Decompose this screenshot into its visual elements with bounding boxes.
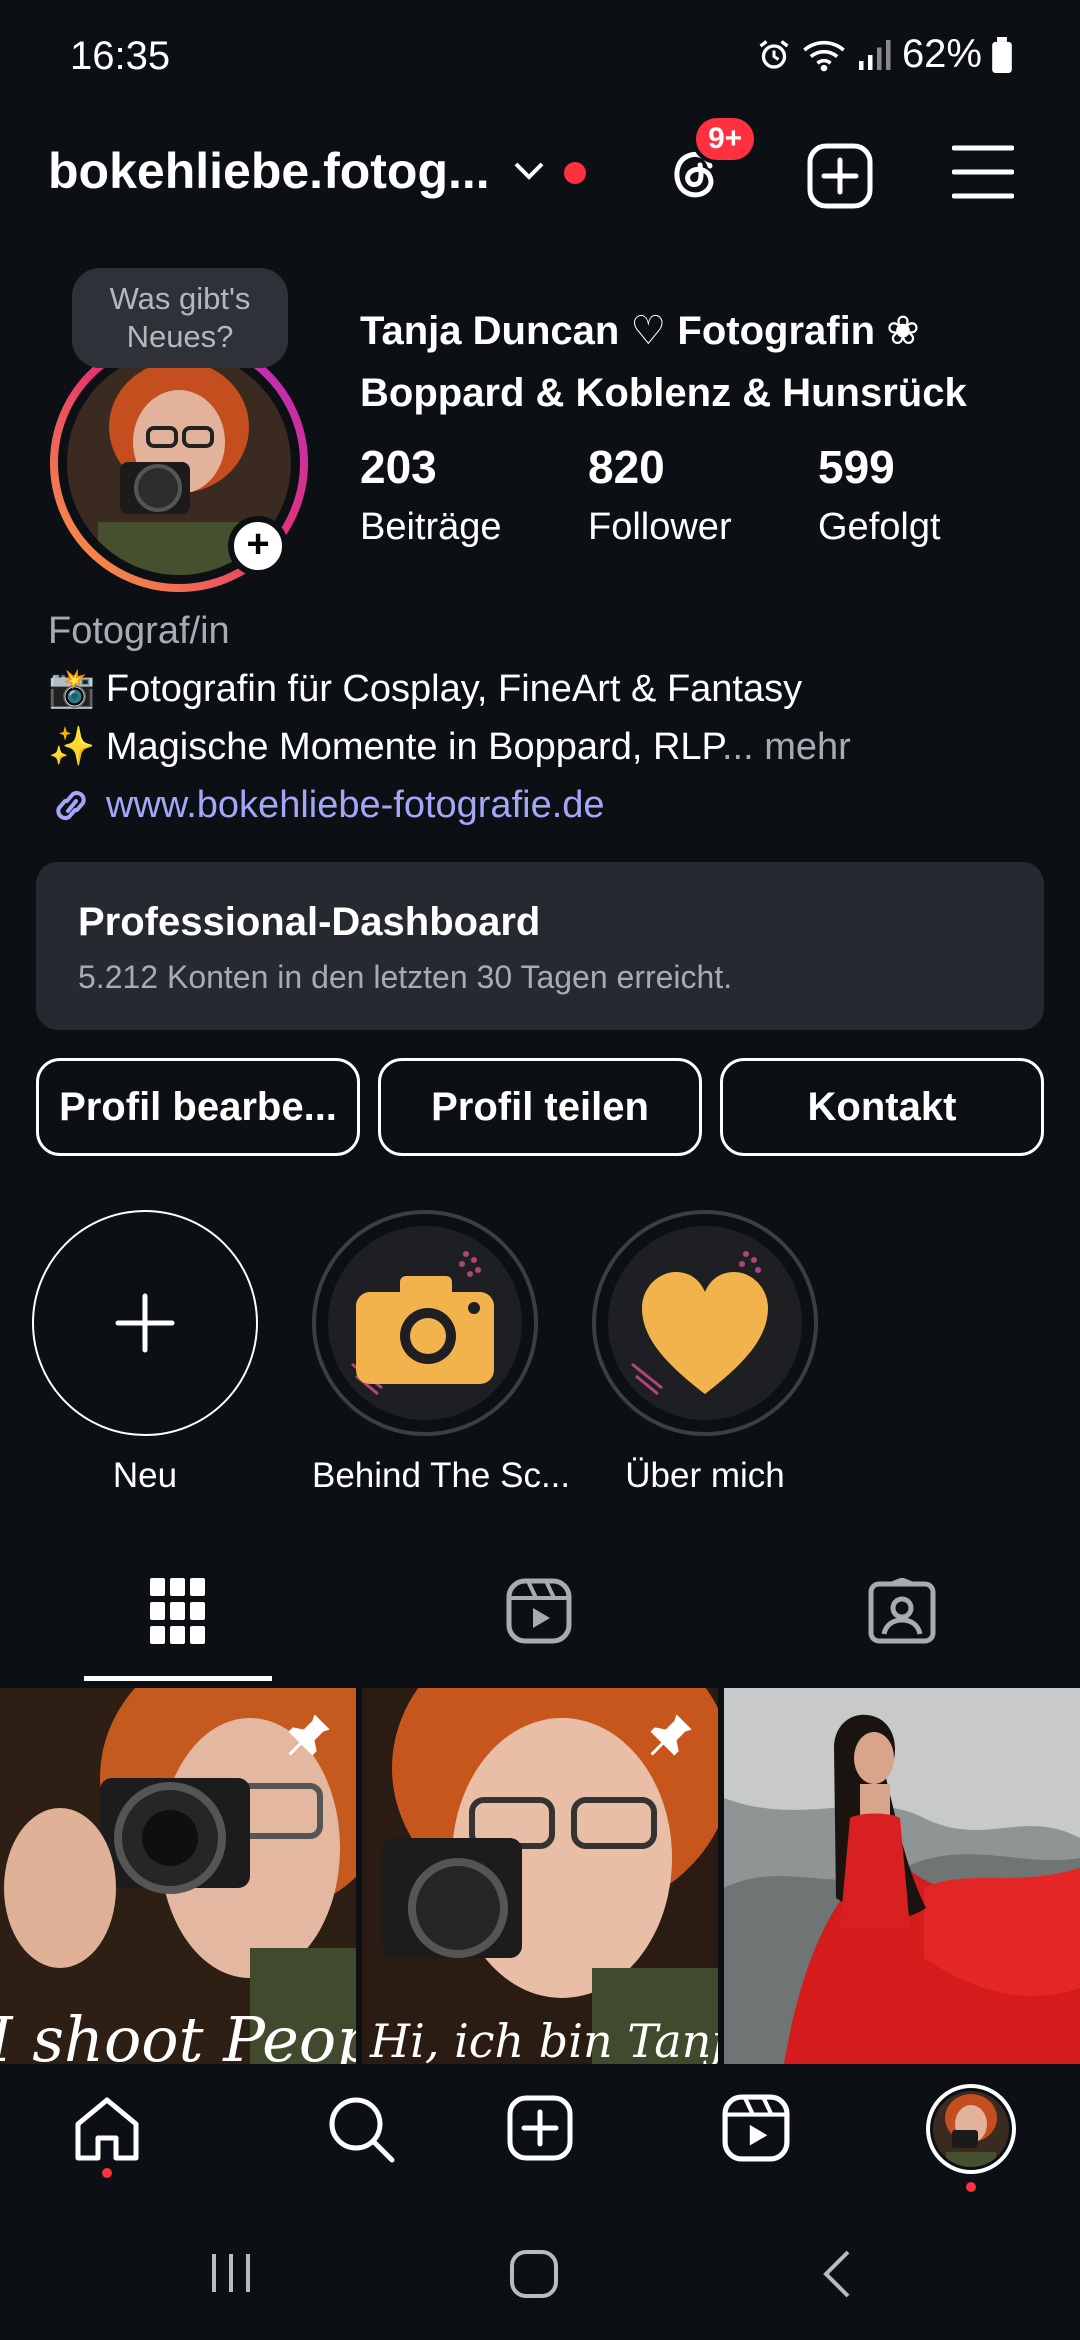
- stat-following[interactable]: 599 Gefolgt: [818, 440, 941, 549]
- status-icons: 62%: [756, 32, 1012, 77]
- highlight-cover: [592, 1210, 818, 1436]
- chevron-down-icon[interactable]: [512, 160, 546, 182]
- post-thumbnail[interactable]: [724, 1688, 1080, 2064]
- dashboard-title: Professional-Dashboard: [78, 900, 541, 944]
- notification-dot: [564, 162, 586, 184]
- status-bar: 16:35 62%: [0, 0, 1080, 112]
- post-caption: I shoot People: [0, 2003, 356, 2064]
- battery-icon: [992, 36, 1012, 73]
- post-grid: I shoot People Hi, ich bin Tanja: [0, 1688, 1080, 2064]
- stat-label: Beiträge: [360, 506, 502, 548]
- home-icon[interactable]: [72, 2094, 142, 2164]
- camera-icon: [328, 1226, 522, 1420]
- post-caption: Hi, ich bin Tanja: [370, 2014, 718, 2064]
- bio-line-text: ✨ Magische Momente in Boppard, RLP: [48, 726, 722, 768]
- menu-icon[interactable]: [952, 144, 1014, 200]
- reels-icon[interactable]: [506, 1578, 572, 1644]
- wifi-icon: [803, 40, 845, 71]
- stat-value: 203: [360, 441, 437, 493]
- create-icon[interactable]: [506, 2094, 574, 2162]
- professional-dashboard[interactable]: Professional-Dashboard 5.212 Konten in d…: [36, 862, 1044, 1030]
- website-link[interactable]: www.bokehliebe-fotografie.de: [106, 776, 605, 834]
- highlight-label: Über mich: [625, 1456, 785, 1495]
- bio-link-row[interactable]: www.bokehliebe-fotografie.de: [48, 776, 1048, 834]
- bottom-navigation: [0, 2064, 1080, 2202]
- display-name: Tanja Duncan ♡ Fotografin ❀ Boppard & Ko…: [360, 300, 1060, 424]
- notification-badge: 9+: [692, 114, 759, 164]
- recents-icon[interactable]: [206, 2248, 256, 2298]
- plus-icon: [115, 1293, 175, 1353]
- link-icon: [56, 790, 86, 821]
- bio-ellipsis: ...: [721, 726, 754, 768]
- display-name-line1: Tanja Duncan ♡ Fotografin ❀: [360, 309, 920, 353]
- new-highlight-circle: [32, 1210, 258, 1436]
- back-icon[interactable]: [818, 2248, 858, 2300]
- bio-line: 📸 Fotografin für Cosplay, FineArt & Fant…: [48, 668, 803, 710]
- profile-header: bokehliebe.fotog... 9+: [0, 114, 1080, 214]
- account-switcher[interactable]: bokehliebe.fotog...: [48, 142, 490, 200]
- highlight-behind-the-scenes[interactable]: Behind The Sc...: [312, 1210, 571, 1496]
- edit-profile-button[interactable]: Profil bearbe...: [36, 1058, 360, 1156]
- highlight-about-me[interactable]: Über mich: [592, 1210, 818, 1496]
- stat-label: Follower: [588, 506, 732, 548]
- status-time: 16:35: [70, 34, 171, 78]
- search-icon[interactable]: [326, 2094, 396, 2164]
- post-thumbnail[interactable]: Hi, ich bin Tanja: [362, 1688, 718, 2064]
- story-note-bubble[interactable]: Was gibt's Neues?: [72, 268, 288, 368]
- stat-followers[interactable]: 820 Follower: [588, 440, 732, 549]
- pin-icon: [650, 1714, 692, 1756]
- profile-notification-dot: [966, 2182, 976, 2192]
- highlight-cover: [312, 1210, 538, 1436]
- profile-bio: Fotograf/in 📸 Fotografin für Cosplay, Fi…: [48, 602, 1048, 834]
- add-story-button[interactable]: +: [228, 516, 288, 576]
- tagged-icon[interactable]: [868, 1578, 936, 1644]
- bio-more-link[interactable]: mehr: [764, 726, 851, 768]
- highlight-new[interactable]: Neu: [32, 1210, 258, 1496]
- highlight-label: Neu: [112, 1456, 178, 1495]
- highlight-label: Behind The Sc...: [312, 1456, 571, 1495]
- profile-category: Fotograf/in: [48, 610, 230, 652]
- contact-button[interactable]: Kontakt: [720, 1058, 1044, 1156]
- stat-label: Gefolgt: [818, 506, 941, 548]
- display-name-line2: Boppard & Koblenz & Hunsrück: [360, 371, 967, 415]
- home-circle-icon[interactable]: [508, 2248, 560, 2300]
- profile-avatar[interactable]: [926, 2084, 1016, 2174]
- create-plus-icon[interactable]: [806, 142, 874, 210]
- post-thumbnail[interactable]: I shoot People: [0, 1688, 356, 2064]
- profile-tabs: [0, 1560, 1080, 1684]
- share-profile-button[interactable]: Profil teilen: [378, 1058, 702, 1156]
- system-navigation: [0, 2202, 1080, 2340]
- battery-percent: 62%: [901, 32, 982, 76]
- post-image: [724, 1688, 1080, 2064]
- active-tab-indicator: [84, 1676, 272, 1681]
- stat-posts[interactable]: 203 Beiträge: [360, 440, 502, 549]
- signal-icon: [858, 39, 891, 70]
- pin-icon: [288, 1714, 330, 1756]
- stat-value: 599: [818, 441, 895, 493]
- grid-icon[interactable]: [150, 1578, 206, 1644]
- stat-value: 820: [588, 441, 665, 493]
- alarm-icon: [759, 39, 789, 69]
- dashboard-subtitle: 5.212 Konten in den letzten 30 Tagen err…: [78, 959, 733, 995]
- home-notification-dot: [102, 2168, 112, 2178]
- reels-icon[interactable]: [722, 2094, 790, 2162]
- heart-icon: [608, 1226, 802, 1420]
- bio-line: ✨ Magische Momente in Boppard, RLP... me…: [48, 718, 1048, 776]
